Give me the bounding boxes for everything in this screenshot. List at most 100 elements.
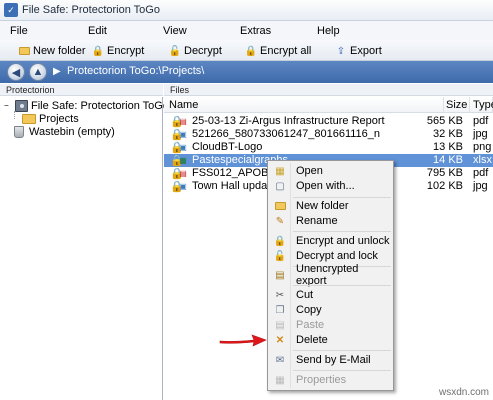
menu-separator xyxy=(293,350,391,351)
menu-item-label: Send by E-Mail xyxy=(296,354,371,366)
menu-extras[interactable]: Extras xyxy=(240,25,271,37)
export-button[interactable]: ⇪ Export xyxy=(335,43,382,59)
tree-item-projects-label: Projects xyxy=(39,112,79,125)
menu-item-new-folder[interactable]: New folder xyxy=(270,199,391,213)
file-size: 102 KB xyxy=(426,180,463,192)
lock-icon: 🔒 xyxy=(91,45,105,57)
menu-item-label: Cut xyxy=(296,289,314,301)
column-header-type[interactable]: Type xyxy=(470,97,493,113)
lock-icon: 🔒 xyxy=(170,142,184,154)
email-icon: ✉ xyxy=(275,354,285,366)
back-button[interactable]: ◀ xyxy=(7,63,25,81)
address-path[interactable]: Protectorion ToGo:\Projects\ xyxy=(67,65,204,77)
menu-item-delete[interactable]: ✕ Delete xyxy=(270,333,391,347)
decrypt-label: Decrypt xyxy=(184,45,222,57)
encrypt-label: Encrypt xyxy=(107,45,145,57)
menu-item-send-email[interactable]: ✉ Send by E-Mail xyxy=(270,353,391,367)
file-name: 25-03-13 Zi-Argus Infrastructure Report xyxy=(192,115,385,127)
up-button[interactable]: ▲ xyxy=(29,63,47,81)
menu-help[interactable]: Help xyxy=(317,25,340,37)
menu-item-label: Open xyxy=(296,165,323,177)
menu-view[interactable]: View xyxy=(163,25,187,37)
lock-icon: 🔒 xyxy=(170,116,184,128)
file-name: Town Hall update xyxy=(192,180,277,192)
lock-icon: 🔒 xyxy=(170,129,184,141)
menu-item-unencrypted-export[interactable]: ▤ Unencrypted export xyxy=(270,263,391,287)
menu-bar: File Edit View Extras Help xyxy=(0,21,493,40)
menu-file[interactable]: File xyxy=(10,25,28,37)
address-bar: ◀ ▲ ▶ Protectorion ToGo:\Projects\ xyxy=(0,61,493,83)
toolbar: New folder 🔒 Encrypt 🔓 Decrypt 🔒 Encrypt… xyxy=(0,40,493,61)
lock-all-icon: 🔒 xyxy=(244,45,258,57)
column-header-size[interactable]: Size xyxy=(444,97,470,113)
collapse-icon[interactable]: − xyxy=(4,101,12,110)
file-row[interactable]: 🔒 ▤ 25-03-13 Zi-Argus Infrastructure Rep… xyxy=(164,115,493,128)
decrypt-button[interactable]: 🔓 Decrypt xyxy=(169,43,222,59)
file-row[interactable]: 🔒 ▣ CloudBT-Logo 13 KB png xyxy=(164,141,493,154)
file-size: 13 KB xyxy=(433,141,463,153)
export-icon: ▤ xyxy=(275,269,285,281)
menu-item-paste[interactable]: ▤ Paste xyxy=(270,318,391,332)
tree-item-projects[interactable]: Projects xyxy=(22,112,79,125)
file-type: pdf xyxy=(473,167,489,179)
menu-separator xyxy=(293,285,391,286)
menu-item-label: Open with... xyxy=(296,180,355,192)
encrypt-button[interactable]: 🔒 Encrypt xyxy=(91,43,145,59)
image-icon: ▣ xyxy=(179,143,187,152)
file-type: jpg xyxy=(473,180,488,192)
file-name: CloudBT-Logo xyxy=(192,141,263,153)
menu-item-properties[interactable]: ▦ Properties xyxy=(270,373,391,387)
menu-item-label: Properties xyxy=(296,374,347,386)
menu-item-open-with[interactable]: ▢ Open with... xyxy=(270,179,391,193)
file-row[interactable]: 🔒 ▣ 521266_580733061247_801661116_n 32 K… xyxy=(164,128,493,141)
encrypt-all-label: Encrypt all xyxy=(260,45,312,57)
export-icon: ⇪ xyxy=(336,45,346,57)
watermark: wsxdn.com xyxy=(438,387,489,398)
file-size: 565 KB xyxy=(426,115,463,127)
menu-item-label: Encrypt and unlock xyxy=(296,235,390,247)
menu-edit[interactable]: Edit xyxy=(88,25,107,37)
new-folder-label: New folder xyxy=(33,45,86,57)
delete-icon: ✕ xyxy=(275,334,285,346)
rename-icon: ✎ xyxy=(275,215,285,227)
menu-item-cut[interactable]: ✂ Cut xyxy=(270,288,391,302)
menu-item-label: Delete xyxy=(296,334,328,346)
files-panel-header: Files xyxy=(164,84,493,96)
up-arrow-icon: ▲ xyxy=(32,66,44,78)
folder-icon xyxy=(22,112,36,125)
left-panel-header: Protectorion xyxy=(0,84,163,96)
tree-root[interactable]: − File Safe: Protectorion ToGo xyxy=(4,99,169,112)
pdf-icon: ▤ xyxy=(179,169,187,178)
tree-connector xyxy=(14,111,15,119)
file-type: jpg xyxy=(473,128,488,140)
encrypt-all-button[interactable]: 🔒 Encrypt all xyxy=(244,43,312,59)
menu-item-label: Paste xyxy=(296,319,325,331)
menu-item-encrypt-unlock[interactable]: 🔒 Encrypt and unlock xyxy=(270,234,391,248)
menu-item-decrypt-lock[interactable]: 🔓 Decrypt and lock xyxy=(270,249,391,263)
window-title: File Safe: Protectorion ToGo xyxy=(22,4,160,16)
menu-item-open[interactable]: ▦ Open xyxy=(270,164,391,178)
menu-item-label: New folder xyxy=(296,200,349,212)
open-icon: ▦ xyxy=(275,165,285,177)
new-folder-icon xyxy=(18,45,30,57)
properties-icon: ▦ xyxy=(275,374,285,386)
file-type: pdf xyxy=(473,115,489,127)
lock-icon: 🔒 xyxy=(170,181,184,193)
menu-item-copy[interactable]: ❐ Copy xyxy=(270,303,391,317)
menu-separator xyxy=(293,197,391,198)
tree-item-wastebin[interactable]: Wastebin (empty) xyxy=(12,125,115,138)
back-arrow-icon: ◀ xyxy=(11,66,21,79)
safe-icon xyxy=(14,99,28,112)
tree-root-label: File Safe: Protectorion ToGo xyxy=(31,99,169,112)
file-size: 32 KB xyxy=(433,128,463,140)
encrypt-unlock-icon: 🔒 xyxy=(273,235,287,247)
wastebin-icon xyxy=(12,125,26,138)
new-folder-button[interactable]: New folder xyxy=(18,43,86,59)
open-with-icon: ▢ xyxy=(275,180,285,192)
column-header-name[interactable]: Name xyxy=(164,97,444,113)
lock-icon: 🔒 xyxy=(170,155,184,167)
menu-item-rename[interactable]: ✎ Rename xyxy=(270,214,391,228)
file-name: 521266_580733061247_801661116_n xyxy=(192,128,381,140)
file-size: 14 KB xyxy=(433,154,463,166)
lock-icon: 🔒 xyxy=(170,168,184,180)
